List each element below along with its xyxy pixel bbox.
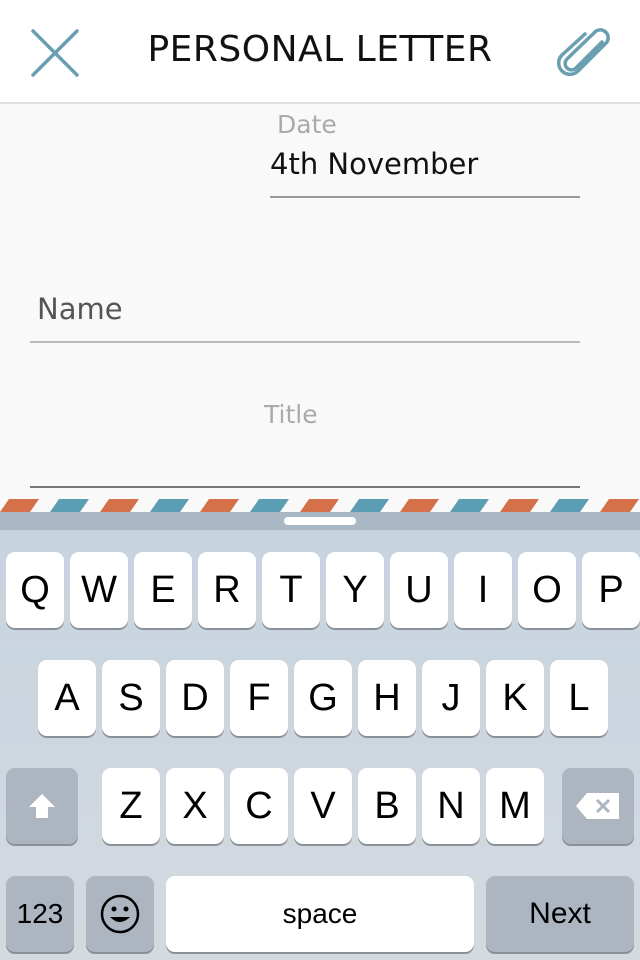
key-b[interactable]: B [358,768,416,844]
airmail-stripe [450,499,489,512]
paperclip-icon[interactable] [556,26,612,78]
page: PERSONAL LETTER Date 4th November Name T… [0,0,640,960]
airmail-stripe [500,499,539,512]
shift-icon [29,794,55,818]
airmail-stripe [600,499,639,512]
backspace-icon [576,793,619,819]
key-g[interactable]: G [294,660,352,736]
key-c[interactable]: C [230,768,288,844]
key-h[interactable]: H [358,660,416,736]
airmail-stripe [200,499,239,512]
title-field[interactable]: Title [264,400,318,430]
name-underline [30,341,580,343]
key-e[interactable]: E [134,552,192,628]
key-l[interactable]: L [550,660,608,736]
date-underline [270,196,580,198]
airmail-stripe [550,499,589,512]
key-j[interactable]: J [422,660,480,736]
key-v[interactable]: V [294,768,352,844]
date-label: Date [277,110,337,139]
airmail-stripe [0,499,39,512]
delete-key[interactable] [562,768,634,844]
key-i[interactable]: I [454,552,512,628]
key-n[interactable]: N [422,768,480,844]
key-d[interactable]: D [166,660,224,736]
key-x[interactable]: X [166,768,224,844]
emoji-icon [100,894,140,934]
key-r[interactable]: R [198,552,256,628]
airmail-stripe [100,499,139,512]
airmail-stripe [400,499,439,512]
airmail-stripe [150,499,189,512]
numbers-key[interactable]: 123 [6,876,74,952]
name-field[interactable]: Name [37,291,123,327]
next-key[interactable]: Next [486,876,634,952]
airmail-stripe [300,499,339,512]
airmail-stripe [50,499,89,512]
key-u[interactable]: U [390,552,448,628]
key-s[interactable]: S [102,660,160,736]
key-m[interactable]: M [486,768,544,844]
key-z[interactable]: Z [102,768,160,844]
key-f[interactable]: F [230,660,288,736]
keyboard-handle[interactable] [284,517,356,525]
key-q[interactable]: Q [6,552,64,628]
key-p[interactable]: P [582,552,640,628]
key-k[interactable]: K [486,660,544,736]
airmail-border [0,499,639,512]
key-a[interactable]: A [38,660,96,736]
title-underline [30,486,580,488]
key-y[interactable]: Y [326,552,384,628]
shift-key[interactable] [6,768,78,844]
airmail-stripe [250,499,289,512]
key-t[interactable]: T [262,552,320,628]
page-title: PERSONAL LETTER [147,29,493,70]
key-o[interactable]: O [518,552,576,628]
key-w[interactable]: W [70,552,128,628]
header: PERSONAL LETTER [0,0,640,104]
date-field[interactable]: 4th November [270,146,478,182]
emoji-key[interactable] [86,876,154,952]
space-key[interactable]: space [166,876,474,952]
airmail-stripe [350,499,389,512]
